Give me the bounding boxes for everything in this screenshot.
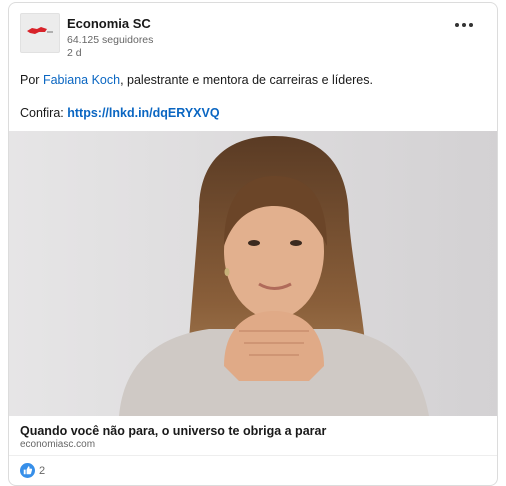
- divider: [9, 455, 497, 456]
- more-options-icon: [455, 23, 473, 27]
- company-logo[interactable]: [20, 13, 60, 53]
- economia-sc-logo-icon: [27, 27, 53, 34]
- reaction-count: 2: [39, 464, 46, 477]
- post-text-suffix: , palestrante e mentora de carreiras e l…: [120, 73, 373, 87]
- author-name[interactable]: Economia SC: [67, 16, 151, 31]
- reactions-summary[interactable]: 2: [20, 463, 45, 478]
- article-image[interactable]: [9, 131, 497, 416]
- more-options-button[interactable]: [449, 15, 479, 35]
- article-source: economiasc.com: [20, 439, 96, 450]
- short-link[interactable]: https://lnkd.in/dqERYXVQ: [67, 106, 219, 120]
- post-text-prefix: Por: [20, 73, 43, 87]
- post-card: Economia SC 64.125 seguidores 2 d Por Fa…: [8, 2, 498, 486]
- post-time: 2 d: [67, 47, 82, 59]
- link-prefix: Confira:: [20, 106, 68, 120]
- post-link-line: Confira: https://lnkd.in/dqERYXVQ: [20, 106, 220, 120]
- like-icon: [20, 463, 35, 478]
- portrait-illustration: [9, 131, 497, 416]
- mention-link[interactable]: Fabiana Koch: [43, 73, 120, 87]
- article-title[interactable]: Quando você não para, o universo te obri…: [20, 424, 326, 438]
- followers-count: 64.125 seguidores: [67, 34, 154, 46]
- post-body: Por Fabiana Koch, palestrante e mentora …: [20, 72, 373, 88]
